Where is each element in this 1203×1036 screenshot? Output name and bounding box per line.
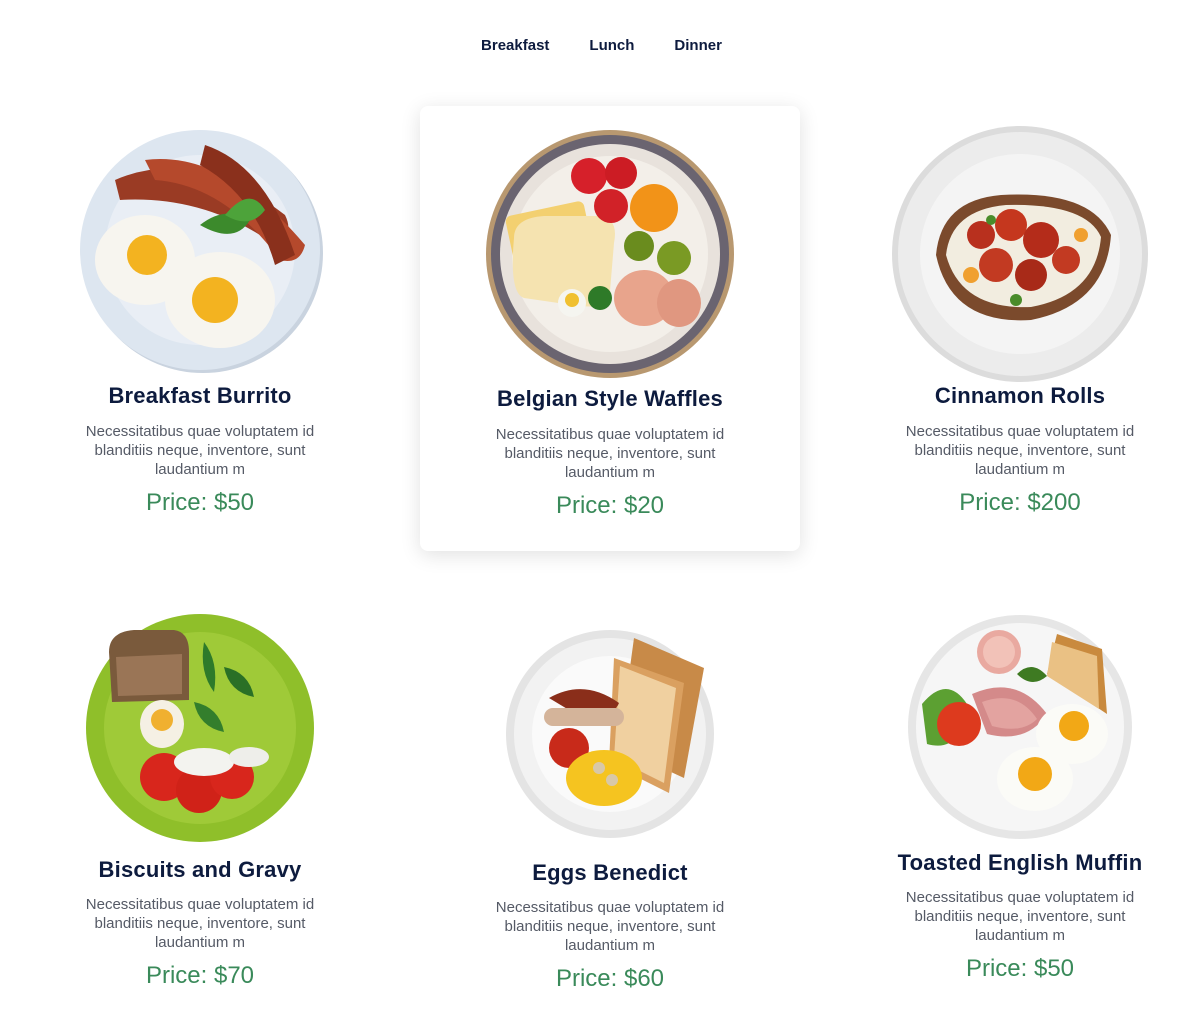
menu-card-biscuits-and-gravy[interactable]: Biscuits and Gravy Necessitatibus quae v…: [10, 580, 390, 1025]
menu-card-toasted-english-muffin[interactable]: Toasted English Muffin Necessitatibus qu…: [830, 580, 1203, 1025]
item-title: Biscuits and Gravy: [98, 857, 302, 882]
item-description: Necessitatibus quae voluptatem id blandi…: [495, 899, 725, 954]
menu-card-breakfast-burrito[interactable]: Breakfast Burrito Necessitatibus quae vo…: [10, 105, 390, 550]
item-title: Cinnamon Rolls: [934, 383, 1106, 408]
bread-egg-tomato-green-plate-image: [84, 612, 316, 844]
menu-tabs: Breakfast Lunch Dinner: [0, 36, 1203, 56]
item-price: Price: $20: [555, 492, 665, 519]
menu-card-cinnamon-rolls[interactable]: Cinnamon Rolls Necessitatibus quae volup…: [830, 105, 1203, 550]
item-price: Price: $60: [555, 965, 665, 992]
item-title: Eggs Benedict: [532, 860, 688, 885]
item-description: Necessitatibus quae voluptatem id blandi…: [85, 423, 315, 478]
toast-ham-eggs-salad-plate-image: [907, 614, 1133, 840]
item-title: Toasted English Muffin: [897, 850, 1143, 875]
item-title: Breakfast Burrito: [108, 383, 292, 408]
tab-breakfast[interactable]: Breakfast: [481, 36, 549, 56]
item-price: Price: $200: [959, 489, 1081, 516]
item-description: Necessitatibus quae voluptatem id blandi…: [495, 426, 725, 481]
item-description: Necessitatibus quae voluptatem id blandi…: [905, 423, 1135, 478]
item-description: Necessitatibus quae voluptatem id blandi…: [85, 896, 315, 951]
item-price: Price: $50: [145, 489, 255, 516]
tab-lunch[interactable]: Lunch: [589, 36, 634, 56]
menu-card-belgian-style-waffles[interactable]: Belgian Style Waffles Necessitatibus qua…: [420, 106, 800, 551]
loaded-baked-potato-plate-image: [891, 125, 1149, 383]
toast-scrambled-eggs-sausage-plate-image: [504, 628, 716, 840]
toast-fruit-ham-plate-image: [484, 128, 736, 380]
item-title: Belgian Style Waffles: [497, 386, 723, 411]
tab-dinner[interactable]: Dinner: [674, 36, 722, 56]
item-price: Price: $70: [145, 962, 255, 989]
fried-eggs-bacon-plate-image: [75, 125, 325, 375]
item-price: Price: $50: [965, 955, 1075, 982]
item-description: Necessitatibus quae voluptatem id blandi…: [905, 889, 1135, 944]
menu-card-eggs-benedict[interactable]: Eggs Benedict Necessitatibus quae volupt…: [420, 580, 800, 1025]
